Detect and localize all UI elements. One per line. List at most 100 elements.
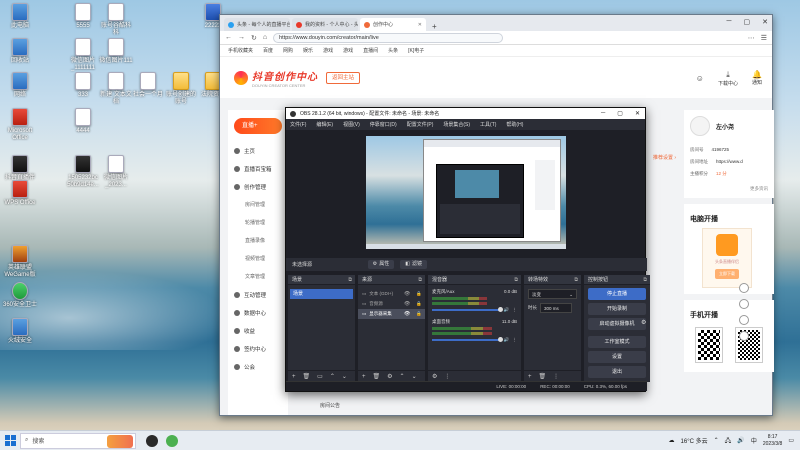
source-item[interactable]: ▭ 音频源 👁 🔒 xyxy=(358,299,425,309)
gear-icon[interactable]: ⚙ xyxy=(432,373,437,380)
minimize-icon[interactable]: ─ xyxy=(727,18,732,26)
menu-icon[interactable]: ⋮ xyxy=(444,373,450,380)
nav-subitem[interactable]: 轮播管理 xyxy=(228,214,288,232)
down-arrow-icon[interactable]: ⌄ xyxy=(342,373,347,380)
menu-icon[interactable]: ⋮ xyxy=(513,307,518,313)
desktop-icon[interactable]: 333 xyxy=(66,72,100,99)
desktop-icon[interactable]: 微信图片111 xyxy=(99,38,133,65)
refresh-icon[interactable]: ↻ xyxy=(251,34,257,42)
speaker-icon[interactable]: 🔊 xyxy=(504,307,510,313)
volume-track[interactable] xyxy=(432,337,503,342)
bookmark-item[interactable]: [K]电子 xyxy=(408,47,424,54)
close-icon[interactable]: ✕ xyxy=(762,18,768,26)
close-icon[interactable]: ✕ xyxy=(635,110,640,117)
scene-item[interactable]: 场景 xyxy=(290,289,353,299)
nav-item[interactable]: 签约中心 xyxy=(228,340,288,358)
download-button[interactable]: 立即下载 xyxy=(715,269,739,279)
gear-icon[interactable]: ⚙ xyxy=(387,373,392,380)
volume-track[interactable] xyxy=(432,307,503,312)
browser-tab[interactable]: 创作中心 ✕ xyxy=(360,18,426,31)
new-tab-icon[interactable]: + xyxy=(428,22,441,31)
lock-icon[interactable]: 🔒 xyxy=(416,309,422,319)
undock-icon[interactable]: ⧉ xyxy=(418,275,422,284)
extensions-icon[interactable]: ⋯ xyxy=(748,34,755,42)
desktop-icon[interactable]: 回收站 xyxy=(3,38,37,65)
live-button[interactable]: 直播+ xyxy=(234,118,282,134)
chevron-up-icon[interactable]: ⌃ xyxy=(714,437,719,444)
bookmark-item[interactable]: 直播间 xyxy=(363,47,378,54)
menu-icon[interactable]: ☰ xyxy=(761,34,767,42)
nav-item[interactable]: 收益 xyxy=(228,322,288,340)
eye-icon[interactable]: 👁 xyxy=(404,309,410,319)
obs-menu-item[interactable]: 编辑(E) xyxy=(316,121,333,128)
desktop-icon[interactable]: 社会一个月 xyxy=(131,72,165,99)
eye-icon[interactable]: 👁 xyxy=(404,299,410,309)
undock-icon[interactable]: ⧉ xyxy=(574,275,578,284)
settings-icon[interactable]: ▭ xyxy=(317,373,323,380)
source-item[interactable]: ▭ 显示器采集 👁 🔒 xyxy=(358,309,425,319)
desktop-icon[interactable]: 账号谷酷科科 xyxy=(99,3,133,37)
lock-icon[interactable]: 🔒 xyxy=(416,299,422,309)
header-action[interactable]: ⤓ 下载中心 xyxy=(718,70,738,87)
bookmark-item[interactable]: 百度 xyxy=(263,47,273,54)
browser-tab[interactable]: 我的资料 - 个人中心 - 头条✕ xyxy=(292,18,358,31)
bookmark-item[interactable]: 游戏 xyxy=(343,47,353,54)
bookmark-item[interactable]: 手机收藏夹 xyxy=(228,47,253,54)
obs-menu-item[interactable]: 场景集合(S) xyxy=(443,121,470,128)
taskbar-app[interactable] xyxy=(142,431,162,450)
recommend-settings-link[interactable]: 推荐设置 › xyxy=(653,154,676,161)
nav-subitem[interactable]: 视频管理 xyxy=(228,250,288,268)
nav-item[interactable]: 直播百宝箱 xyxy=(228,160,288,178)
desktop-icon[interactable]: 火绒安全 xyxy=(3,318,37,345)
network-icon[interactable]: 🖧 xyxy=(725,436,732,446)
obs-menu-item[interactable]: 视图(V) xyxy=(343,121,360,128)
bookmark-item[interactable]: 网购 xyxy=(283,47,293,54)
bookmark-item[interactable]: 头条 xyxy=(388,47,398,54)
desktop-icon[interactable]: 360安全卫士 xyxy=(3,282,37,309)
undock-icon[interactable]: ⧉ xyxy=(514,275,518,284)
obs-menu-item[interactable]: 文件(F) xyxy=(290,121,306,128)
obs-menu-item[interactable]: 帮助(H) xyxy=(506,121,523,128)
nav-item[interactable]: 公会 xyxy=(228,358,288,376)
obs-menu-item[interactable]: 配置文件(P) xyxy=(407,121,434,128)
trash-icon[interactable]: 🗑 xyxy=(539,373,547,380)
url-input[interactable]: https://www.douyin.com/creator/main/live xyxy=(273,32,504,43)
avatar[interactable] xyxy=(690,116,710,136)
trash-icon[interactable]: 🗑 xyxy=(303,373,311,380)
menu-icon[interactable]: ⋮ xyxy=(553,373,559,380)
trash-icon[interactable]: 🗑 xyxy=(373,373,381,380)
service-icon[interactable] xyxy=(739,315,749,325)
desktop-icon[interactable]: WPS Office xyxy=(3,180,37,207)
desktop-icon[interactable]: Microsoft Office xyxy=(3,108,37,142)
control-button[interactable]: 工作室模式 xyxy=(588,336,646,348)
return-home-button[interactable]: 返回主站 xyxy=(326,72,361,84)
desktop-icon[interactable]: 1505232bc 50b9d14e... xyxy=(66,155,100,189)
obs-menu-item[interactable]: 工具(T) xyxy=(480,121,496,128)
clock[interactable]: 8:17 2023/3/8 xyxy=(763,434,782,448)
desktop-icon[interactable]: 此电脑 xyxy=(3,3,37,30)
browser-tab[interactable]: 头条 - 每个人的直播平台✕ xyxy=(224,18,290,31)
maximize-icon[interactable]: ▢ xyxy=(744,18,751,26)
volume-slider[interactable]: 🔊 ⋮ xyxy=(432,307,517,313)
nav-item[interactable]: 主页 xyxy=(228,142,288,160)
feedback-icon[interactable] xyxy=(739,299,749,309)
properties-button[interactable]: ⚙ 属性 xyxy=(367,260,395,269)
app-icon[interactable] xyxy=(739,331,749,341)
add-icon[interactable]: + xyxy=(528,374,532,380)
lock-icon[interactable]: 🔒 xyxy=(416,289,422,299)
notification-icon[interactable]: ▭ xyxy=(788,437,794,444)
weather-icon[interactable]: ☁ xyxy=(669,437,675,444)
desktop-icon[interactable]: 账号创建的账号 xyxy=(164,72,198,106)
add-icon[interactable]: + xyxy=(292,374,296,380)
nav-item[interactable]: 互动管理 xyxy=(228,286,288,304)
desktop-icon[interactable]: 微信图片_2023... xyxy=(99,155,133,189)
undock-icon[interactable]: ⧉ xyxy=(643,275,647,284)
taskbar-search[interactable]: ⌕ 搜索 xyxy=(20,432,136,449)
transition-select[interactable]: 淡变 ⌄ xyxy=(528,289,577,299)
obs-menu-item[interactable]: 停靠窗口(D) xyxy=(370,121,397,128)
start-button[interactable] xyxy=(0,431,20,450)
nav-item[interactable]: 创作管理 xyxy=(228,178,288,196)
creator-logo[interactable]: 抖音创作中心 DOUYIN CREATOR CENTER xyxy=(234,68,318,88)
menu-icon[interactable]: ⋮ xyxy=(513,337,518,343)
volume-icon[interactable]: 🔊 xyxy=(737,437,744,444)
